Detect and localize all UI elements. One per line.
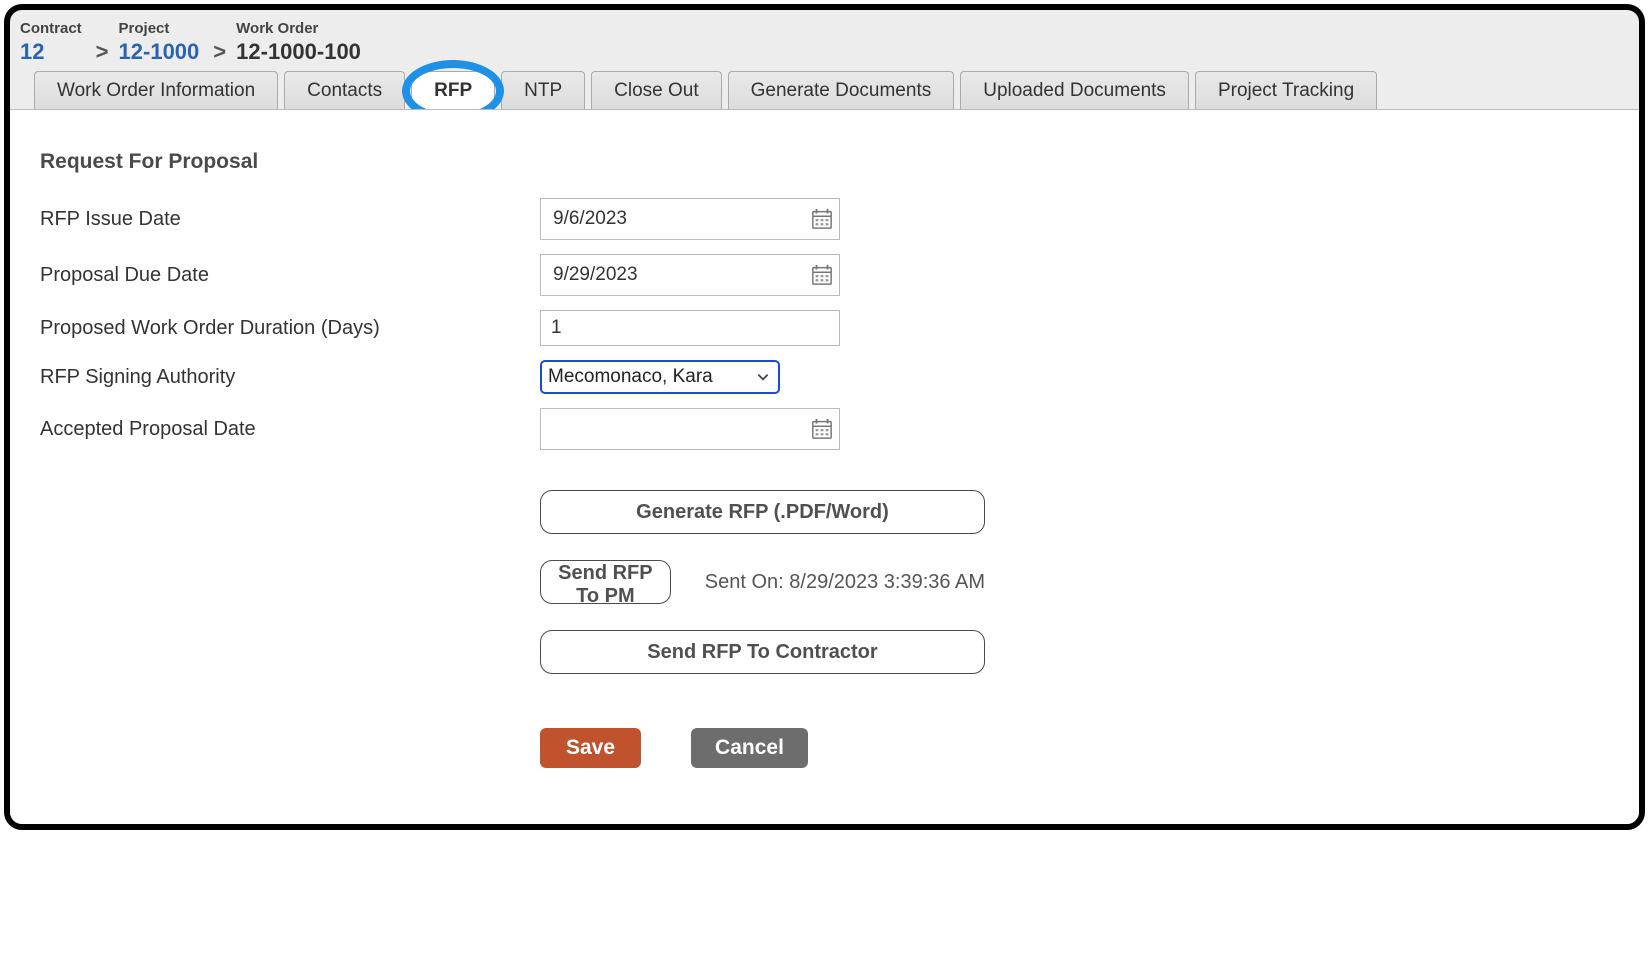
label-accepted-proposal-date: Accepted Proposal Date (40, 418, 540, 441)
tab-close-out[interactable]: Close Out (591, 71, 721, 110)
calendar-icon[interactable] (811, 208, 833, 230)
label-rfp-issue-date: RFP Issue Date (40, 208, 540, 231)
tab-generate-documents[interactable]: Generate Documents (728, 71, 955, 110)
breadcrumb-separator: > (96, 39, 109, 65)
label-proposal-due-date: Proposal Due Date (40, 264, 540, 287)
section-title: Request For Proposal (40, 150, 1609, 174)
tab-rfp[interactable]: RFP (411, 71, 495, 110)
accepted-proposal-date-field[interactable] (540, 408, 840, 450)
send-rfp-to-pm-button[interactable]: Send RFP To PM (540, 560, 671, 604)
accepted-proposal-date-input[interactable] (551, 417, 811, 441)
breadcrumb-link-contract[interactable]: 12 (20, 39, 82, 65)
proposal-due-date-field[interactable] (540, 254, 840, 296)
signing-authority-select[interactable]: Mecomonaco, Kara (540, 360, 780, 394)
breadcrumb-label-contract: Contract (20, 20, 82, 37)
proposed-duration-input[interactable] (540, 310, 840, 346)
breadcrumb-label-project: Project (119, 20, 200, 37)
save-button[interactable]: Save (540, 728, 641, 768)
tab-bar: Work Order Information Contacts RFP NTP … (10, 71, 1639, 110)
send-rfp-to-contractor-button[interactable]: Send RFP To Contractor (540, 630, 985, 674)
calendar-icon[interactable] (811, 264, 833, 286)
tab-uploaded-documents[interactable]: Uploaded Documents (960, 71, 1189, 110)
rfp-issue-date-input[interactable] (551, 207, 811, 231)
breadcrumb-label-workorder: Work Order (236, 20, 361, 37)
chevron-down-icon (756, 370, 770, 384)
breadcrumb-current-workorder: 12-1000-100 (236, 39, 361, 65)
tab-work-order-information[interactable]: Work Order Information (34, 71, 278, 110)
breadcrumb-separator: > (213, 39, 226, 65)
generate-rfp-button[interactable]: Generate RFP (.PDF/Word) (540, 490, 985, 534)
label-signing-authority: RFP Signing Authority (40, 366, 540, 389)
tab-contacts[interactable]: Contacts (284, 71, 405, 110)
rfp-panel: Request For Proposal RFP Issue Date Prop… (10, 109, 1639, 824)
calendar-icon[interactable] (811, 418, 833, 440)
proposal-due-date-input[interactable] (551, 263, 811, 287)
rfp-issue-date-field[interactable] (540, 198, 840, 240)
breadcrumb-link-project[interactable]: 12-1000 (119, 39, 200, 65)
tab-ntp[interactable]: NTP (501, 71, 585, 110)
tab-project-tracking[interactable]: Project Tracking (1195, 71, 1377, 110)
signing-authority-value: Mecomonaco, Kara (548, 366, 756, 388)
label-proposed-duration: Proposed Work Order Duration (Days) (40, 317, 540, 340)
cancel-button[interactable]: Cancel (691, 728, 808, 768)
breadcrumb: Contract 12 > Project 12-1000 > Work Ord… (10, 10, 1639, 71)
sent-on-text: Sent On: 8/29/2023 3:39:36 AM (705, 571, 985, 594)
